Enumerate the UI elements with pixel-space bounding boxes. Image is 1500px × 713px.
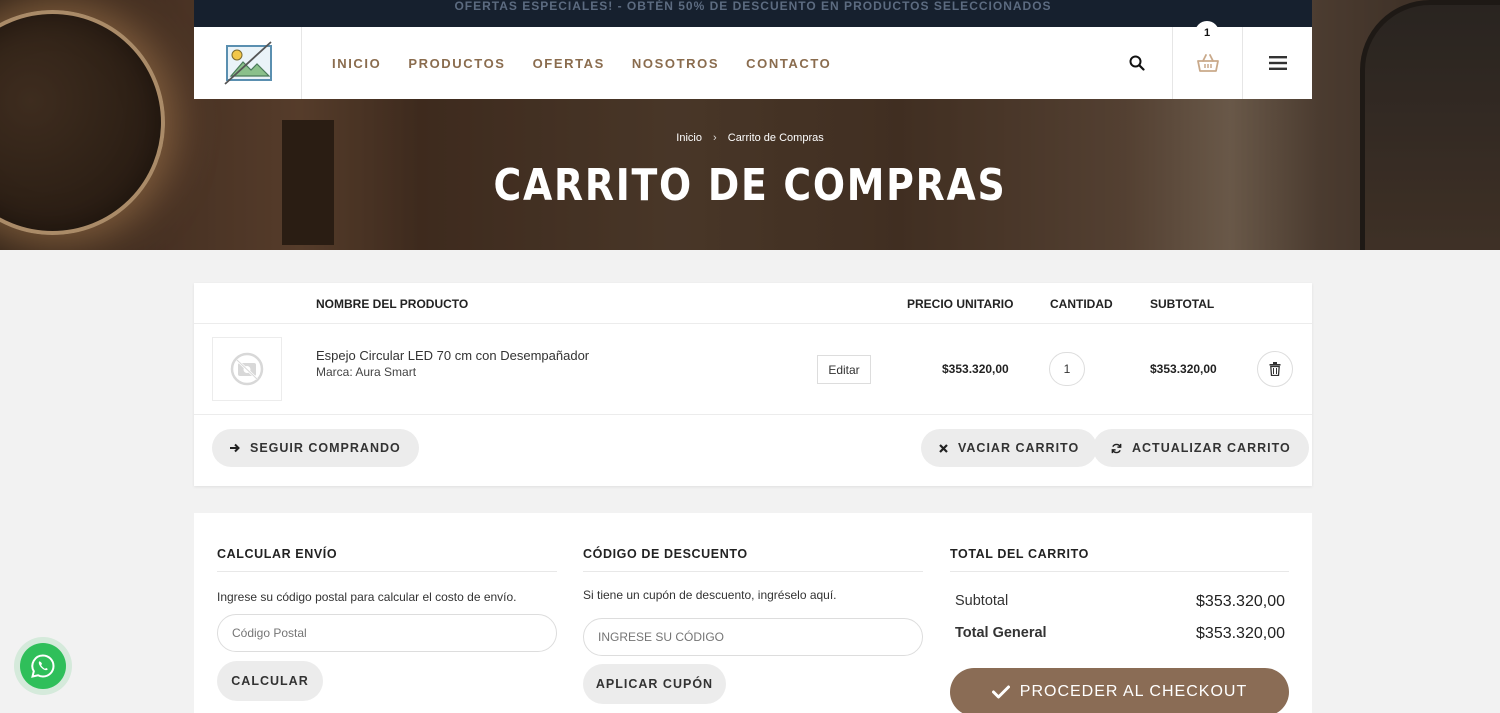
postal-code-input[interactable] xyxy=(217,614,557,652)
arrow-right-icon xyxy=(230,443,240,453)
coupon-title: CÓDIGO DE DESCUENTO xyxy=(583,547,748,561)
no-image-icon xyxy=(230,352,264,386)
header-quantity: CANTIDAD xyxy=(1050,297,1113,311)
main-nav: INICIO PRODUCTOS OFERTAS NOSOTROS CONTAC… xyxy=(332,56,858,71)
search-button[interactable] xyxy=(1102,27,1172,99)
trash-icon xyxy=(1269,362,1281,376)
empty-cart-button[interactable]: VACIAR CARRITO xyxy=(921,429,1098,467)
total-label: Total General xyxy=(955,625,1047,641)
logo[interactable] xyxy=(194,27,302,99)
basket-icon xyxy=(1196,54,1219,72)
apply-coupon-button[interactable]: APLICAR CUPÓN xyxy=(583,664,726,704)
header-subtotal: SUBTOTAL xyxy=(1150,297,1215,311)
nav-ofertas[interactable]: OFERTAS xyxy=(533,56,605,71)
promo-bar: OFERTAS ESPECIALES! - OBTÉN 50% DE DESCU… xyxy=(194,0,1312,27)
hamburger-menu-icon xyxy=(1268,56,1287,70)
shipping-text: Ingrese su código postal para calcular e… xyxy=(217,590,517,604)
breadcrumb-home[interactable]: Inicio xyxy=(676,132,702,144)
checkout-button[interactable]: PROCEDER AL CHECKOUT xyxy=(950,668,1289,713)
edit-button[interactable]: Editar xyxy=(817,355,871,384)
coupon-text: Si tiene un cupón de descuento, ingrésel… xyxy=(583,588,837,602)
shipping-title: CALCULAR ENVÍO xyxy=(217,547,338,561)
menu-button[interactable] xyxy=(1242,27,1312,99)
logo-image-icon xyxy=(223,41,272,85)
subtotal-label: Subtotal xyxy=(955,593,1009,609)
cart-table: NOMBRE DEL PRODUCTO PRECIO UNITARIO CANT… xyxy=(194,283,1312,486)
close-icon xyxy=(939,443,948,453)
subtotal-value: $353.320,00 xyxy=(1196,593,1285,610)
header-unit-price: PRECIO UNITARIO xyxy=(907,297,1014,311)
checkout-label: PROCEDER AL CHECKOUT xyxy=(1019,683,1248,700)
empty-cart-label: VACIAR CARRITO xyxy=(958,441,1080,455)
product-name[interactable]: Espejo Circular LED 70 cm con Desempañad… xyxy=(316,348,589,363)
table-row: Espejo Circular LED 70 cm con Desempañad… xyxy=(194,324,1312,415)
header-product: NOMBRE DEL PRODUCTO xyxy=(316,297,469,311)
nav-inicio[interactable]: INICIO xyxy=(332,56,381,71)
quantity-input[interactable]: 1 xyxy=(1049,352,1085,386)
breadcrumb-current: Carrito de Compras xyxy=(727,132,824,144)
update-cart-label: ACTUALIZAR CARRITO xyxy=(1132,441,1291,455)
item-subtotal: $353.320,00 xyxy=(1150,362,1217,376)
cart-actions: SEGUIR COMPRANDO VACIAR CARRITO ACTUALIZ… xyxy=(194,415,1312,485)
nav-productos[interactable]: PRODUCTOS xyxy=(408,56,505,71)
cart-table-header: NOMBRE DEL PRODUCTO PRECIO UNITARIO CANT… xyxy=(194,283,1312,324)
remove-item-button[interactable] xyxy=(1257,351,1293,387)
whatsapp-button[interactable] xyxy=(20,643,66,689)
nav-nosotros[interactable]: NOSOTROS xyxy=(632,56,719,71)
calculate-button[interactable]: CALCULAR xyxy=(217,661,323,701)
product-thumbnail[interactable] xyxy=(212,337,282,401)
check-icon xyxy=(991,685,1010,699)
cart-summary-panel: CALCULAR ENVÍO Ingrese su código postal … xyxy=(194,513,1312,713)
total-value: $353.320,00 xyxy=(1196,625,1285,642)
continue-shopping-button[interactable]: SEGUIR COMPRANDO xyxy=(212,429,419,467)
refresh-icon xyxy=(1111,443,1122,453)
whatsapp-icon xyxy=(31,654,55,678)
cart-button[interactable]: 1 xyxy=(1172,21,1242,99)
search-icon xyxy=(1129,55,1145,71)
continue-shopping-label: SEGUIR COMPRANDO xyxy=(250,441,401,455)
site-header: INICIO PRODUCTOS OFERTAS NOSOTROS CONTAC… xyxy=(194,21,1312,99)
promo-text: OFERTAS ESPECIALES! - OBTÉN 50% DE DESCU… xyxy=(454,0,1052,13)
unit-price: $353.320,00 xyxy=(942,362,1009,376)
coupon-code-input[interactable] xyxy=(583,618,923,656)
breadcrumb: Inicio › Carrito de Compras xyxy=(0,132,1500,144)
cart-count-badge: 1 xyxy=(1195,21,1219,45)
product-brand: Marca: Aura Smart xyxy=(316,365,417,379)
page-title: CARRITO DE COMPRAS xyxy=(493,160,1007,211)
update-cart-button[interactable]: ACTUALIZAR CARRITO xyxy=(1093,429,1309,467)
breadcrumb-chevron-icon: › xyxy=(713,132,717,144)
nav-contacto[interactable]: CONTACTO xyxy=(746,56,831,71)
totals-title: TOTAL DEL CARRITO xyxy=(950,547,1089,561)
